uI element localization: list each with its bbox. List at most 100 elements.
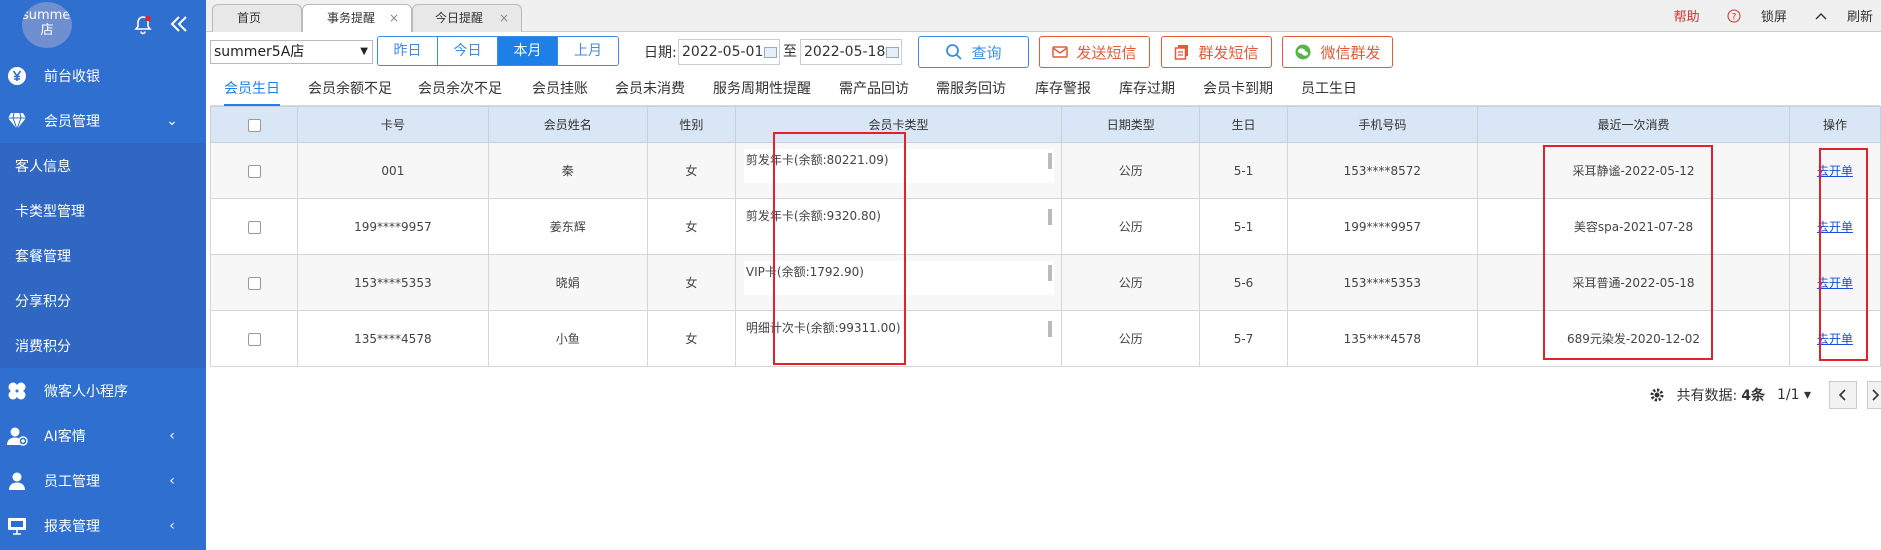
query-button[interactable]: 查询 [918,36,1029,68]
yen-icon [6,65,28,87]
scrollbar[interactable] [1047,265,1052,281]
user-plus-icon [6,425,28,447]
gender-cell: 女 [646,254,736,311]
member-name-cell: 晓娟 [487,254,648,311]
sidebar-item[interactable]: 卡类型管理 [0,188,206,233]
subtab-service-followup[interactable]: 需服务回访 [936,78,1006,106]
sidebar-item[interactable]: 消费积分 [0,323,206,368]
subtab-low-count[interactable]: 会员余次不足 [418,78,502,106]
avatar[interactable]: summer5A店 [22,2,72,48]
sidebar-item[interactable]: 会员管理 ⌄ [0,98,206,143]
date-to-value: 2022-05-18 [804,44,886,60]
subtab-staff-birthday[interactable]: 员工生日 [1301,78,1357,106]
tab-label: 首页 [237,11,262,25]
question-icon: ? [1727,9,1741,22]
send-sms-button[interactable]: 发送短信 [1039,36,1150,68]
sidebar-item[interactable]: 微客人小程序 [0,368,206,413]
diamond-icon [6,110,28,132]
card-number-cell: 135****4578 [297,310,489,367]
col-header: 最近一次消费 [1477,106,1790,143]
help-link[interactable]: 帮助 ? [1674,6,1741,25]
group-sms-label: 群发短信 [1198,43,1259,62]
group-sms-button[interactable]: 群发短信 [1161,36,1272,68]
subtab-on-credit[interactable]: 会员挂账 [532,78,588,106]
clover-icon [6,380,28,402]
search-icon [945,43,963,61]
subtab-service-cycle[interactable]: 服务周期性提醒 [713,78,811,106]
date-label: 日期: [644,45,677,61]
settings-icon[interactable] [1649,387,1665,403]
lock-link[interactable]: 锁屏 [1761,6,1827,25]
date-from-field[interactable]: 2022-05-01 [678,39,780,65]
sidebar-item[interactable]: AI客情 ‹ [0,413,206,458]
total-label: 共有数据: [1676,388,1738,404]
col-header: 操作 [1788,106,1881,143]
highlight-box-card-type [773,132,906,365]
wechat-group-button[interactable]: 微信群发 [1282,36,1393,68]
sidebar-item[interactable]: 员工管理 ‹ [0,458,206,503]
member-name-cell: 秦 [487,142,648,199]
tab-today[interactable]: 今日提醒 × [412,4,522,32]
subtab-low-balance[interactable]: 会员余额不足 [308,78,392,106]
scrollbar[interactable] [1047,321,1052,337]
tab-home[interactable]: 首页 [212,4,302,32]
period-today[interactable]: 今日 [438,37,498,65]
subtab-stock-expired[interactable]: 库存过期 [1119,78,1175,106]
sidebar-item-label: 员工管理 [44,473,100,490]
sidebar-item-label: 套餐管理 [15,248,71,265]
period-last-month[interactable]: 上月 [558,37,618,65]
period-selector: 昨日 今日 本月 上月 [377,36,619,66]
row-checkbox[interactable] [247,220,261,234]
date-to-field[interactable]: 2022-05-18 [800,39,902,65]
close-icon[interactable]: × [389,5,399,32]
sidebar: summer5A店 前台收银会员管理 ⌄ 客人信息卡类型管理套餐管理分享积分消费积分… [0,0,206,550]
bell-icon[interactable] [133,15,153,35]
chevron-left-icon: ‹ [169,427,175,444]
col-header: 卡号 [297,106,489,143]
period-this-month[interactable]: 本月 [498,37,558,65]
chevron-up-icon [1815,12,1827,19]
toolbar: summer5A店 ▼ 昨日 今日 本月 上月 日期: 2022-05-01 至 … [210,36,1880,68]
collapse-sidebar-icon[interactable] [168,13,190,35]
sidebar-item[interactable]: 报表管理 ‹ [0,503,206,548]
scrollbar[interactable] [1047,209,1052,225]
close-icon[interactable]: × [499,5,509,32]
prev-page-button[interactable] [1829,381,1857,409]
member-name-cell: 小鱼 [487,310,648,367]
gender-cell: 女 [646,310,736,367]
row-checkbox[interactable] [247,276,261,290]
calendar-icon[interactable] [764,47,777,58]
row-select-cell [209,142,299,199]
birthday-cell: 5-7 [1199,310,1288,367]
sidebar-item[interactable]: 客人信息 [0,143,206,188]
sidebar-item[interactable]: 套餐管理 [0,233,206,278]
highlight-box-actions [1819,148,1868,361]
shop-select[interactable]: summer5A店 ▼ [210,40,373,64]
next-page-button[interactable] [1867,381,1881,409]
subtab-product-followup[interactable]: 需产品回访 [839,78,909,106]
sidebar-item-label: 微客人小程序 [44,383,128,400]
subtab-stock-alert[interactable]: 库存警报 [1035,78,1091,106]
sidebar-item-label: 客人信息 [15,158,71,175]
tab-reminders[interactable]: 事务提醒 × [302,4,412,32]
refresh-link[interactable]: 刷新 [1847,6,1873,25]
calendar-icon[interactable] [886,47,899,58]
sidebar-item[interactable]: 前台收银 [0,53,206,98]
row-checkbox[interactable] [247,164,261,178]
scrollbar[interactable] [1047,153,1052,169]
page-select[interactable]: 1/1 ▾ [1777,387,1811,403]
gender-cell: 女 [646,198,736,255]
sidebar-item[interactable]: 分享积分 [0,278,206,323]
col-header: 手机号码 [1286,106,1479,143]
sidebar-item-label: AI客情 [44,428,86,445]
query-label: 查询 [971,43,1002,62]
subtab-no-spend[interactable]: 会员未消费 [615,78,685,106]
subtab-member-birthday[interactable]: 会员生日 [224,78,280,106]
row-checkbox[interactable] [247,332,261,346]
chevron-down-icon: ⌄ [166,112,178,129]
envelope-icon [1052,45,1069,59]
subtab-card-expiry[interactable]: 会员卡到期 [1203,78,1273,106]
select-all-checkbox[interactable] [247,118,261,132]
period-yesterday[interactable]: 昨日 [378,37,438,65]
date-type-cell: 公历 [1061,310,1201,367]
